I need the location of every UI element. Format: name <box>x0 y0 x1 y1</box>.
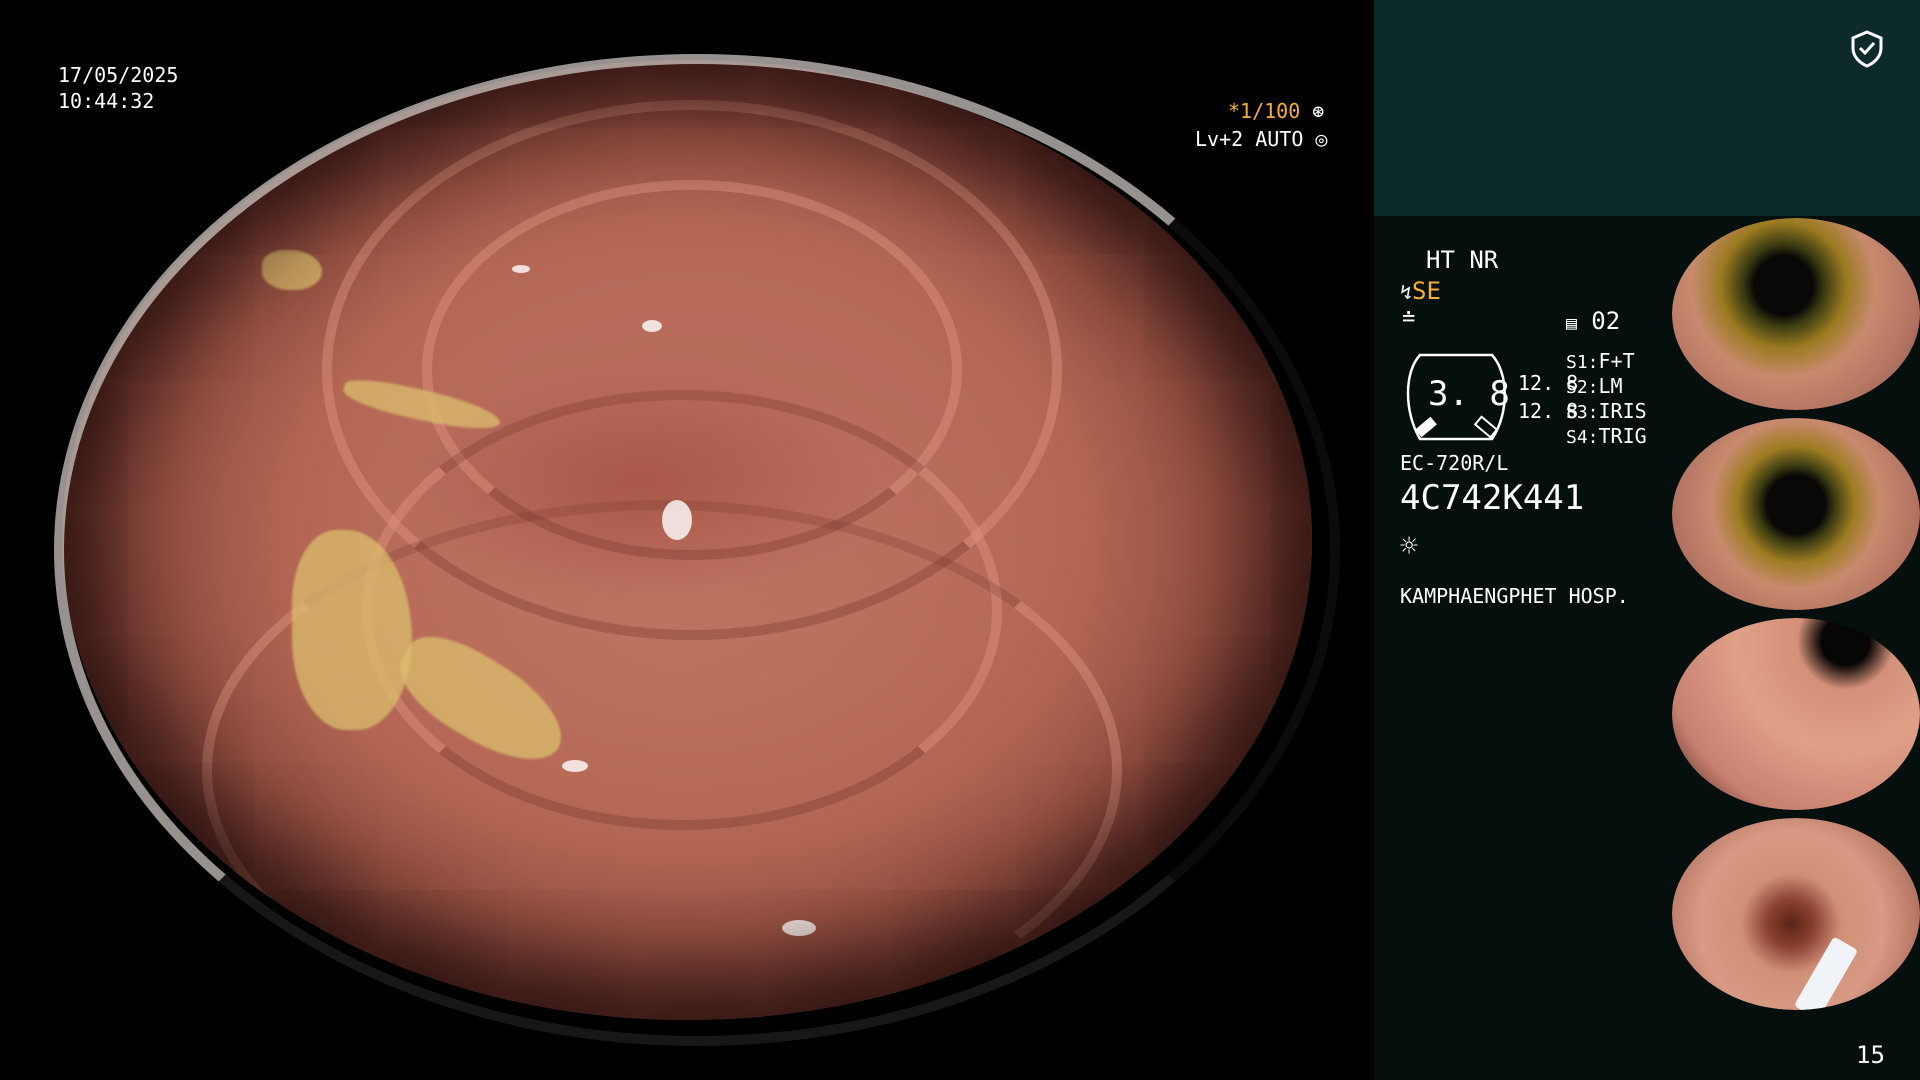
shutter-speed: *1/100 ⊛ <box>1228 98 1324 124</box>
thumb-caption: 4C742K441 <box>1672 401 1716 410</box>
memory-value: 02 <box>1591 307 1621 335</box>
thumb-caption: 4C742K441 <box>1672 601 1716 610</box>
structure-enhance-icon: ↯ <box>1400 280 1413 304</box>
switch-key: S4: <box>1566 427 1599 448</box>
switch-s2: S2:LM <box>1566 373 1623 401</box>
switch-value: TRIG <box>1598 424 1647 448</box>
thumbnail-4[interactable]: 4C742K441 <box>1672 818 1920 1010</box>
date-label: 17/05/2025 <box>58 63 179 87</box>
color-mode-icon: ≐ <box>1402 306 1416 331</box>
page-number: 15 <box>1856 1041 1885 1069</box>
switch-s4: S4:TRIG <box>1566 423 1647 451</box>
switch-s3: S3:IRIS <box>1566 398 1647 426</box>
switch-s1: S1:F+T <box>1566 348 1635 376</box>
lens-edge <box>54 54 1340 1046</box>
level-text: Lv+2 AUTO <box>1195 127 1304 151</box>
se-label: SE <box>1412 277 1441 305</box>
switch-value: F+T <box>1598 349 1635 373</box>
light-source-icon: ☼ <box>1400 529 1419 564</box>
time-label: 10:44:32 <box>58 89 155 113</box>
thumb-caption: 4C742K441 <box>1672 1001 1716 1010</box>
memory-slot: ▤ 02 <box>1566 306 1620 339</box>
side-panel-header <box>1374 0 1920 216</box>
thumbnail-2[interactable]: 4C742K441 <box>1672 418 1920 610</box>
processing-modes: HT NR <box>1426 246 1499 274</box>
thumb-caption: 4C742K441 <box>1672 801 1716 810</box>
scope-serial: 4C742K441 <box>1400 478 1585 518</box>
hospital-name: KAMPHAENGPHET HOSP. <box>1400 584 1629 608</box>
thumbnail-strip: 4C742K441 4C742K441 4C742K441 4C742K441 <box>1668 216 1920 1016</box>
shutter-text: *1/100 <box>1228 99 1301 123</box>
light-level: Lv+2 AUTO ◎ <box>1195 126 1327 152</box>
memory-icon: ▤ <box>1566 313 1577 334</box>
scope-model: EC-720R/L <box>1400 451 1509 475</box>
switch-value: IRIS <box>1598 399 1647 423</box>
switch-key: S3: <box>1566 402 1599 423</box>
endoscopy-view <box>54 54 1340 1046</box>
switch-key: S1: <box>1566 352 1599 373</box>
structure-enhance: ↯SE <box>1400 276 1441 307</box>
iris-icon: ◎ <box>1303 127 1328 151</box>
thumbnail-3[interactable]: 4C742K441 <box>1672 618 1920 810</box>
shield-check-icon <box>1851 30 1883 68</box>
thumbnail-1[interactable]: 4C742K441 <box>1672 218 1920 410</box>
aperture-icon: ⊛ <box>1300 99 1325 123</box>
zoom-value: 3. 8 <box>1428 374 1510 414</box>
switch-key: S2: <box>1566 377 1599 398</box>
switch-value: LM <box>1598 374 1623 398</box>
